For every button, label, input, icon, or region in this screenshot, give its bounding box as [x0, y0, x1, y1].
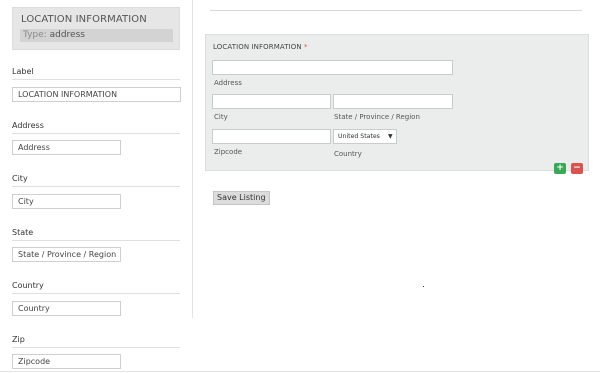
country-selected-value: United States	[338, 133, 380, 140]
country-section-title: Country	[12, 281, 44, 290]
required-indicator: *	[304, 43, 308, 51]
city-section-divider	[12, 186, 180, 187]
field-type-label: Type: address	[23, 30, 85, 40]
field-header[interactable]: LOCATION INFORMATION Type: address	[12, 7, 180, 50]
state-caption: State / Province / Region	[334, 113, 420, 121]
country-section-divider	[12, 293, 180, 294]
zipcode-caption: Zipcode	[214, 148, 243, 156]
state-section-title: State	[12, 228, 34, 237]
state-placeholder-input[interactable]: State / Province / Region	[12, 247, 121, 262]
zipcode-input[interactable]	[212, 129, 331, 144]
remove-row-button[interactable]: −	[571, 163, 583, 174]
field-header-title: LOCATION INFORMATION	[21, 14, 147, 25]
country-placeholder-input[interactable]: Country	[12, 301, 121, 316]
state-input[interactable]	[333, 94, 453, 109]
country-select[interactable]: United States ▼	[333, 129, 397, 144]
field-settings-panel: LOCATION INFORMATION Type: address Label…	[0, 0, 193, 373]
label-input[interactable]: LOCATION INFORMATION	[12, 87, 181, 102]
chevron-down-icon: ▼	[388, 133, 393, 140]
city-section-title: City	[12, 174, 28, 183]
field-type-prefix: Type:	[23, 30, 47, 40]
city-placeholder-input[interactable]: City	[12, 194, 121, 209]
panel-divider	[192, 0, 193, 318]
label-section-divider	[12, 79, 180, 80]
top-divider	[210, 10, 582, 11]
field-type-bar: Type: address	[20, 29, 173, 42]
zip-placeholder-input[interactable]: Zipcode	[12, 354, 121, 369]
bottom-divider	[0, 371, 600, 372]
label-section-title: Label	[12, 67, 34, 76]
field-type-value: address	[49, 30, 85, 40]
add-row-button[interactable]: +	[554, 163, 566, 174]
stray-dot	[423, 286, 424, 287]
location-information-field: LOCATION INFORMATION * Address City Stat…	[205, 34, 589, 174]
address-input[interactable]	[212, 60, 453, 75]
address-section-divider	[12, 133, 180, 134]
location-field-title-text: LOCATION INFORMATION	[213, 43, 302, 51]
address-section-title: Address	[12, 121, 44, 130]
plus-icon: +	[556, 163, 564, 173]
zip-section-title: Zip	[12, 335, 25, 344]
minus-icon: −	[573, 163, 581, 173]
state-section-divider	[12, 240, 180, 241]
city-caption: City	[214, 113, 228, 121]
address-placeholder-input[interactable]: Address	[12, 140, 121, 155]
save-listing-button[interactable]: Save Listing	[213, 191, 270, 205]
location-field-title: LOCATION INFORMATION *	[213, 43, 308, 51]
city-input[interactable]	[212, 94, 331, 109]
zip-section-divider	[12, 347, 180, 348]
address-caption: Address	[214, 79, 242, 87]
country-caption: Country	[334, 150, 362, 158]
